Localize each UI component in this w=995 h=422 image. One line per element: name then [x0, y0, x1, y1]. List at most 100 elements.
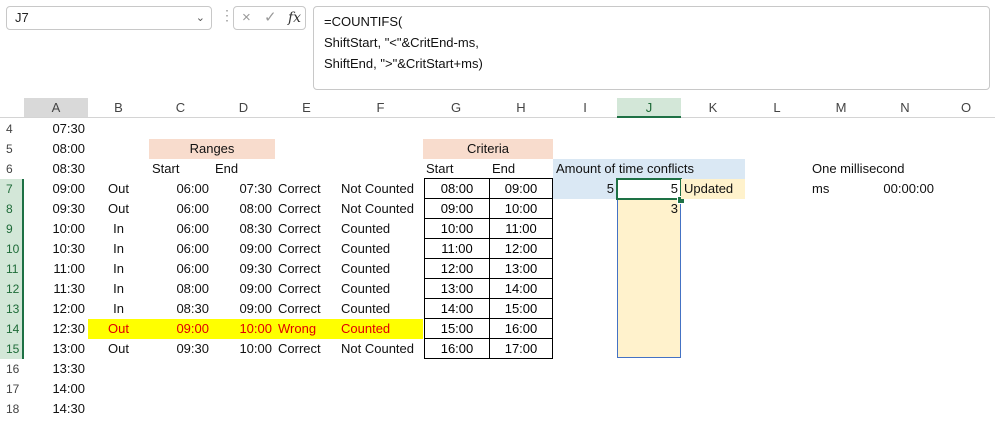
check-cell[interactable]: Correct	[275, 299, 338, 319]
time-cell[interactable]: 08:00	[24, 139, 88, 159]
col-header-e[interactable]: E	[275, 98, 338, 118]
shift-end-cell[interactable]: 10:00	[212, 339, 275, 359]
shift-end-cell[interactable]: 07:30	[212, 179, 275, 199]
time-cell[interactable]: 10:30	[24, 239, 88, 259]
shift-end-cell[interactable]: 09:00	[212, 239, 275, 259]
enter-check-icon[interactable]: ✓	[264, 7, 277, 29]
time-cell[interactable]: 12:30	[24, 319, 88, 339]
status-cell[interactable]: Out	[88, 199, 149, 219]
shift-end-cell[interactable]: 10:00	[212, 319, 275, 339]
criteria-end-cell[interactable]: 17:00	[489, 338, 553, 359]
row-header-10[interactable]: 10	[0, 239, 24, 259]
shift-start-cell[interactable]: 06:00	[149, 239, 212, 259]
j7-value-cell[interactable]: 5	[617, 179, 681, 199]
time-cell[interactable]: 09:30	[24, 199, 88, 219]
status-cell[interactable]: Out	[88, 319, 149, 339]
conflicts-label[interactable]: Amount of time conflicts	[553, 159, 745, 179]
status-cell[interactable]: In	[88, 239, 149, 259]
counted-cell[interactable]: Counted	[338, 319, 423, 339]
insert-function-icon[interactable]: fx	[288, 7, 301, 29]
j8-value-cell[interactable]: 3	[617, 199, 681, 219]
one-ms-label[interactable]: One millisecond	[809, 159, 937, 179]
criteria-start-cell[interactable]: 15:00	[424, 318, 490, 339]
row-header-4[interactable]: 4	[0, 119, 24, 139]
row-header-17[interactable]: 17	[0, 379, 24, 399]
time-cell[interactable]: 11:00	[24, 259, 88, 279]
time-cell[interactable]: 14:30	[24, 399, 88, 419]
row-header-6[interactable]: 6	[0, 159, 24, 179]
ranges-start-label[interactable]: Start	[149, 159, 212, 179]
counted-cell[interactable]: Not Counted	[338, 179, 423, 199]
check-cell[interactable]: Correct	[275, 239, 338, 259]
ms-value-cell[interactable]: 00:00:00	[873, 179, 937, 199]
col-header-c[interactable]: C	[149, 98, 212, 118]
status-cell[interactable]: In	[88, 259, 149, 279]
shift-end-cell[interactable]: 08:30	[212, 219, 275, 239]
col-header-j[interactable]: J	[617, 98, 681, 118]
check-cell[interactable]: Correct	[275, 179, 338, 199]
criteria-start-cell[interactable]: 12:00	[424, 258, 490, 279]
criteria-start-cell[interactable]: 09:00	[424, 198, 490, 219]
col-header-b[interactable]: B	[88, 98, 149, 118]
counted-cell[interactable]: Not Counted	[338, 339, 423, 359]
time-cell[interactable]: 08:30	[24, 159, 88, 179]
counted-cell[interactable]: Counted	[338, 259, 423, 279]
check-cell[interactable]: Correct	[275, 279, 338, 299]
col-header-d[interactable]: D	[212, 98, 275, 118]
row-header-9[interactable]: 9	[0, 219, 24, 239]
criteria-start-cell[interactable]: 11:00	[424, 238, 490, 259]
time-cell[interactable]: 13:30	[24, 359, 88, 379]
row-header-11[interactable]: 11	[0, 259, 24, 279]
row-header-12[interactable]: 12	[0, 279, 24, 299]
updated-label-cell[interactable]: Updated	[681, 179, 745, 199]
time-cell[interactable]: 14:00	[24, 379, 88, 399]
criteria-header[interactable]: Criteria	[423, 139, 553, 159]
row-header-7[interactable]: 7	[0, 179, 24, 199]
criteria-start-cell[interactable]: 08:00	[424, 178, 490, 199]
row-header-16[interactable]: 16	[0, 359, 24, 379]
shift-start-cell[interactable]: 06:00	[149, 219, 212, 239]
i7-value-cell[interactable]: 5	[553, 179, 617, 199]
status-cell[interactable]: In	[88, 219, 149, 239]
criteria-end-cell[interactable]: 09:00	[489, 178, 553, 199]
row-header-5[interactable]: 5	[0, 139, 24, 159]
ms-label[interactable]: ms	[809, 179, 873, 199]
check-cell[interactable]: Correct	[275, 259, 338, 279]
cancel-icon[interactable]: ×	[242, 7, 251, 29]
col-header-g[interactable]: G	[423, 98, 489, 118]
criteria-start-cell[interactable]: 13:00	[424, 278, 490, 299]
criteria-end-cell[interactable]: 16:00	[489, 318, 553, 339]
shift-start-cell[interactable]: 08:30	[149, 299, 212, 319]
row-header-18[interactable]: 18	[0, 399, 24, 419]
criteria-start-label[interactable]: Start	[423, 159, 489, 179]
chevron-down-icon[interactable]: ⌄	[196, 7, 205, 29]
criteria-start-cell[interactable]: 10:00	[424, 218, 490, 239]
shift-start-cell[interactable]: 09:30	[149, 339, 212, 359]
shift-end-cell[interactable]: 09:00	[212, 279, 275, 299]
criteria-end-cell[interactable]: 15:00	[489, 298, 553, 319]
shift-end-cell[interactable]: 09:30	[212, 259, 275, 279]
time-cell[interactable]: 13:00	[24, 339, 88, 359]
ranges-header[interactable]: Ranges	[149, 139, 275, 159]
col-header-o[interactable]: O	[937, 98, 995, 118]
status-cell[interactable]: Out	[88, 339, 149, 359]
col-header-h[interactable]: H	[489, 98, 553, 118]
ranges-end-label[interactable]: End	[212, 159, 275, 179]
time-cell[interactable]: 09:00	[24, 179, 88, 199]
col-header-k[interactable]: K	[681, 98, 745, 118]
check-cell[interactable]: Wrong	[275, 319, 338, 339]
col-header-m[interactable]: M	[809, 98, 873, 118]
row-header-8[interactable]: 8	[0, 199, 24, 219]
shift-start-cell[interactable]: 09:00	[149, 319, 212, 339]
shift-end-cell[interactable]: 09:00	[212, 299, 275, 319]
criteria-start-cell[interactable]: 14:00	[424, 298, 490, 319]
time-cell[interactable]: 12:00	[24, 299, 88, 319]
time-cell[interactable]: 10:00	[24, 219, 88, 239]
row-header-13[interactable]: 13	[0, 299, 24, 319]
shift-start-cell[interactable]: 06:00	[149, 259, 212, 279]
time-cell[interactable]: 11:30	[24, 279, 88, 299]
status-cell[interactable]: In	[88, 279, 149, 299]
criteria-end-label[interactable]: End	[489, 159, 553, 179]
name-box[interactable]: J7 ⌄	[6, 6, 212, 30]
col-header-n[interactable]: N	[873, 98, 937, 118]
